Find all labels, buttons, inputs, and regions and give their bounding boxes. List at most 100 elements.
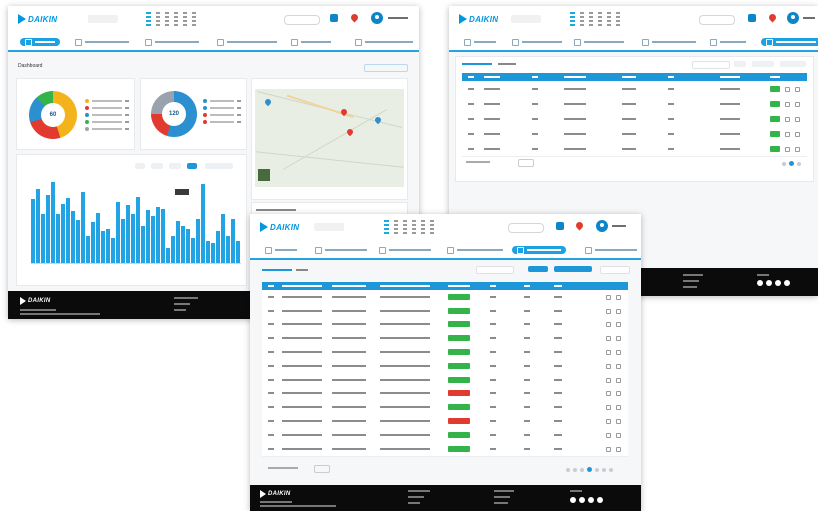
table-row[interactable] — [262, 331, 628, 347]
range-year-button[interactable] — [187, 163, 197, 169]
social-icon[interactable] — [775, 280, 781, 286]
energy-bar[interactable] — [181, 226, 185, 263]
footer-logo[interactable]: DAIKIN — [260, 490, 290, 498]
column-header[interactable] — [720, 76, 740, 78]
tab-units-list[interactable] — [761, 38, 818, 46]
customize-button[interactable] — [364, 64, 408, 72]
search-input[interactable] — [508, 223, 544, 233]
energy-bar[interactable] — [111, 238, 115, 263]
edit-icon[interactable] — [606, 432, 611, 438]
brand-logo[interactable]: DAIKIN — [18, 14, 57, 24]
delete-icon[interactable] — [616, 432, 621, 438]
column-header[interactable] — [448, 285, 470, 287]
edit-icon[interactable] — [785, 101, 790, 107]
social-icon[interactable] — [570, 497, 576, 503]
tab-4[interactable] — [212, 38, 282, 46]
energy-bar[interactable] — [106, 228, 110, 263]
filter-button[interactable] — [528, 266, 548, 272]
tab-2[interactable] — [70, 38, 134, 46]
export-button[interactable] — [600, 266, 630, 274]
social-icon[interactable] — [597, 497, 603, 503]
energy-bar[interactable] — [196, 218, 200, 263]
energy-bar[interactable] — [61, 204, 65, 263]
tab-6[interactable] — [350, 38, 418, 46]
column-header[interactable] — [524, 285, 530, 287]
delete-icon[interactable] — [616, 446, 621, 452]
tab-3[interactable] — [569, 38, 629, 46]
table-row[interactable] — [262, 303, 628, 319]
energy-bar[interactable] — [216, 231, 220, 263]
delete-icon[interactable] — [795, 101, 800, 107]
energy-bar[interactable] — [121, 218, 125, 263]
page-size-select[interactable] — [314, 465, 330, 473]
energy-bar[interactable] — [186, 228, 190, 263]
table-row[interactable] — [462, 96, 807, 112]
site-selector[interactable] — [88, 15, 118, 23]
social-links[interactable] — [570, 497, 603, 503]
tab-3[interactable] — [140, 38, 204, 46]
energy-bar[interactable] — [41, 213, 45, 263]
edit-icon[interactable] — [785, 116, 790, 122]
delete-icon[interactable] — [616, 350, 621, 356]
energy-bar[interactable] — [126, 205, 130, 263]
pagination[interactable] — [782, 161, 801, 166]
energy-bar[interactable] — [71, 211, 75, 263]
site-selector[interactable] — [314, 223, 344, 231]
delete-icon[interactable] — [616, 363, 621, 369]
energy-bar[interactable] — [91, 222, 95, 263]
page-size-select[interactable] — [518, 159, 534, 167]
tab-1[interactable] — [260, 246, 302, 254]
energy-bar[interactable] — [166, 248, 170, 263]
column-header[interactable] — [268, 285, 274, 287]
export-button[interactable] — [752, 61, 774, 67]
edit-icon[interactable] — [606, 405, 611, 411]
user-icon[interactable] — [596, 220, 608, 232]
user-name[interactable] — [612, 225, 626, 227]
edit-icon[interactable] — [785, 146, 790, 152]
energy-bar[interactable] — [131, 213, 135, 263]
energy-bar[interactable] — [96, 212, 100, 263]
export-button[interactable] — [205, 163, 233, 169]
range-month-button[interactable] — [169, 163, 181, 169]
column-header[interactable] — [490, 285, 496, 287]
energy-bar[interactable] — [231, 218, 235, 263]
brand-logo[interactable]: DAIKIN — [459, 14, 498, 24]
delete-icon[interactable] — [616, 391, 621, 397]
delete-icon[interactable] — [616, 336, 621, 342]
table-row[interactable] — [462, 81, 807, 97]
search-input[interactable] — [284, 15, 320, 25]
energy-bar[interactable] — [146, 210, 150, 263]
grid-icon[interactable] — [330, 14, 338, 22]
energy-bar[interactable] — [56, 213, 60, 263]
edit-icon[interactable] — [785, 86, 790, 92]
table-row[interactable] — [262, 386, 628, 402]
filter-button[interactable] — [734, 61, 746, 67]
energy-bar[interactable] — [171, 235, 175, 263]
column-header[interactable] — [564, 76, 586, 78]
column-header[interactable] — [532, 76, 538, 78]
tab-5[interactable] — [705, 38, 751, 46]
user-name[interactable] — [803, 17, 815, 19]
energy-bar[interactable] — [206, 240, 210, 263]
table-row[interactable] — [462, 111, 807, 127]
energy-bar[interactable] — [161, 208, 165, 263]
pagination[interactable] — [566, 467, 613, 472]
footer-logo[interactable]: DAIKIN — [20, 297, 50, 305]
energy-bar[interactable] — [226, 235, 230, 263]
social-icon[interactable] — [766, 280, 772, 286]
tab-4[interactable] — [637, 38, 701, 46]
edit-icon[interactable] — [785, 131, 790, 137]
edit-icon[interactable] — [606, 308, 611, 314]
tab-1[interactable] — [459, 38, 501, 46]
range-week-button[interactable] — [151, 163, 163, 169]
delete-icon[interactable] — [616, 419, 621, 425]
table-row[interactable] — [262, 372, 628, 388]
energy-bar[interactable] — [136, 196, 140, 263]
search-input[interactable] — [699, 15, 735, 25]
pin-icon[interactable] — [576, 222, 583, 231]
delete-icon[interactable] — [795, 86, 800, 92]
edit-icon[interactable] — [606, 446, 611, 452]
map-thumbnail[interactable] — [258, 169, 270, 181]
energy-bar[interactable] — [81, 191, 85, 263]
tab-6[interactable] — [580, 246, 641, 254]
